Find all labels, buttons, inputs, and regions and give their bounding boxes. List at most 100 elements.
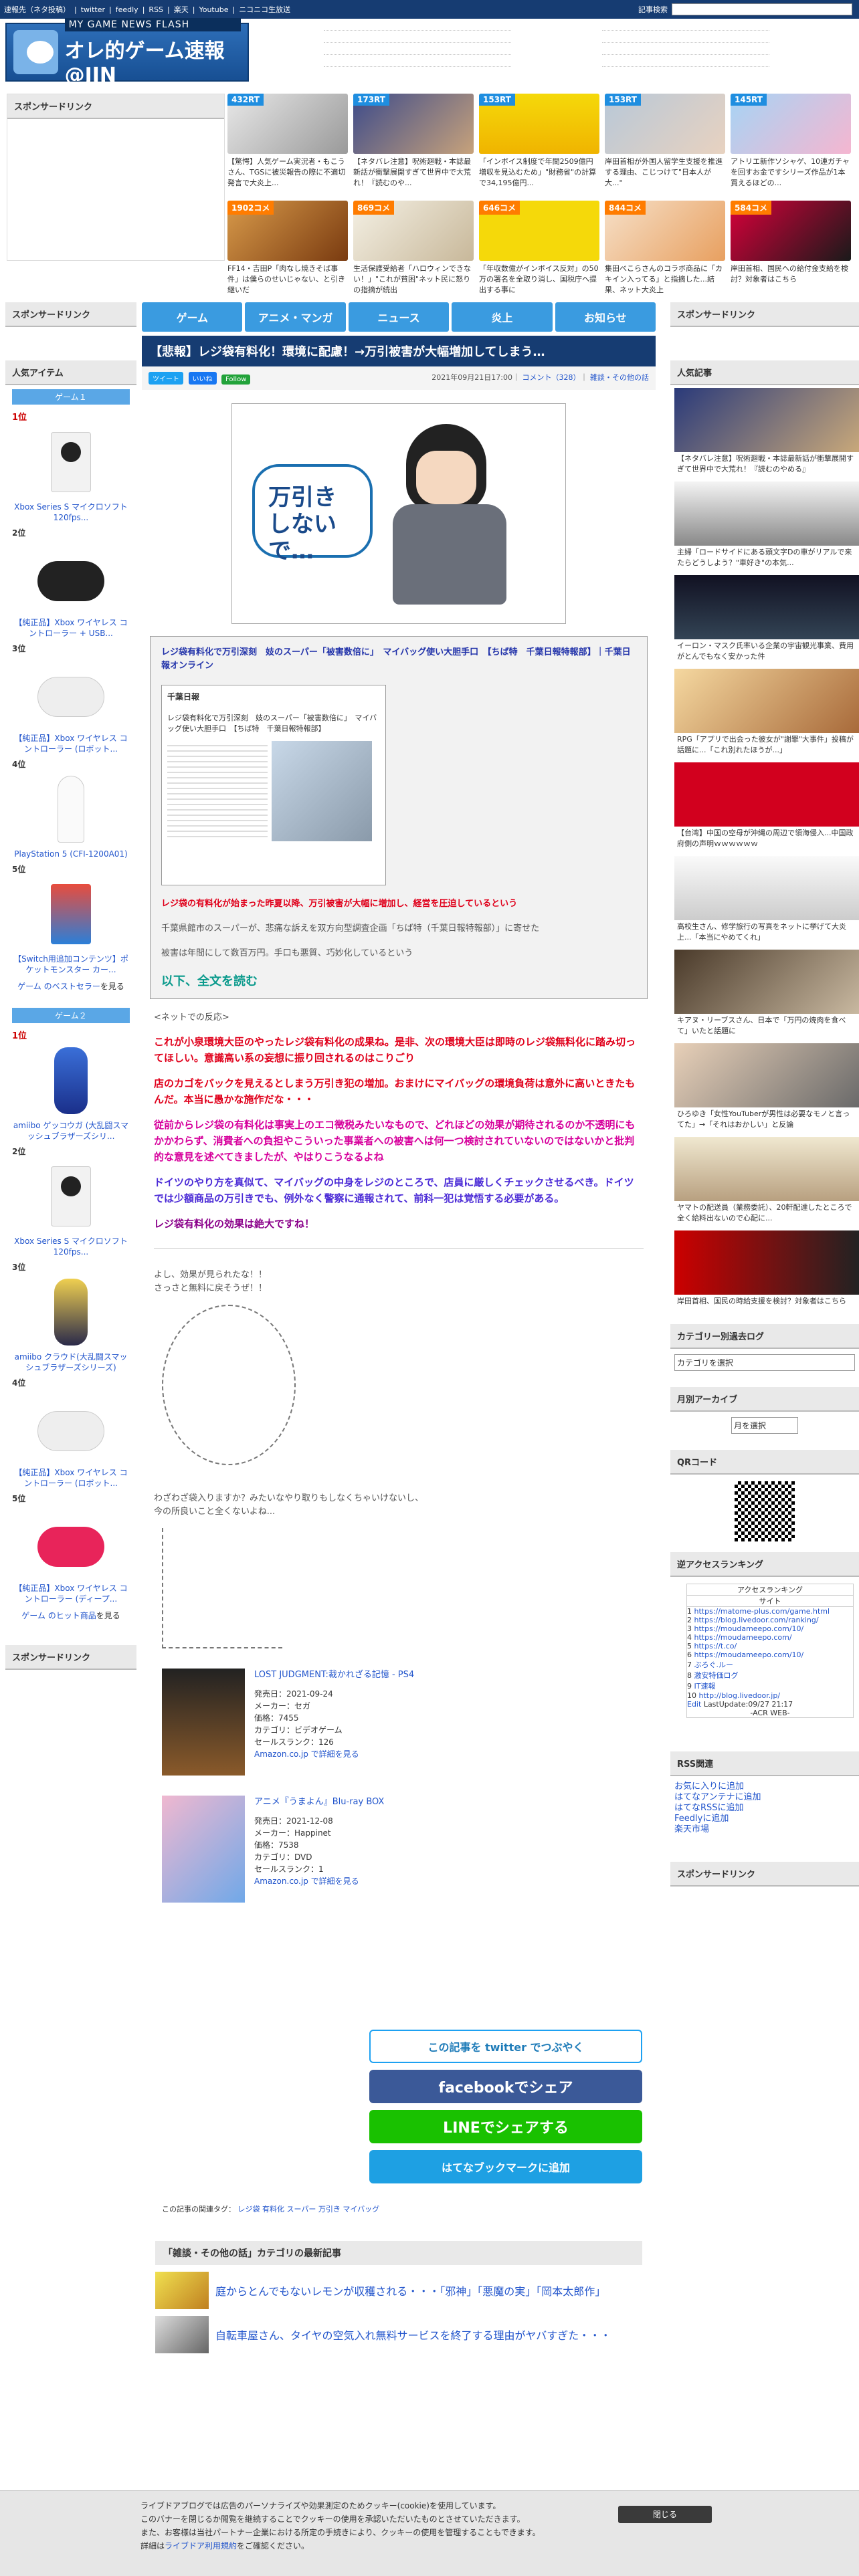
rank-edit-link[interactable]: Edit xyxy=(687,1700,701,1709)
popular-article[interactable]: 主婦「ロードサイドにある頭文字Dの車がリアルで来たらどうしよう？"車好き"の本気… xyxy=(674,481,859,575)
archive-select[interactable]: 月を選択 xyxy=(731,1417,798,1434)
amiibo-greninja-image[interactable] xyxy=(31,1044,111,1117)
product-link[interactable]: 【純正品】Xbox ワイヤレス コントローラー + USB... xyxy=(12,617,130,639)
share-facebook-button[interactable]: facebookでシェア xyxy=(369,2070,642,2103)
bestseller-link[interactable]: ゲーム のベストセラー xyxy=(17,982,100,991)
rss-link[interactable]: Feedlyに追加 xyxy=(674,1814,855,1824)
product-link[interactable]: amiibo クラウド(大乱闘スマッシュブラザーズシリーズ) xyxy=(12,1352,130,1373)
xbox-controller-black-image[interactable] xyxy=(31,541,111,615)
rss-link[interactable]: はてなRSSに追加 xyxy=(674,1803,855,1814)
popular-article[interactable]: ヤマトの配送員（業務委託）、20軒配達したところで全く給料出ないので心配に... xyxy=(674,1137,859,1230)
latest-title[interactable]: 庭からとんでもないレモンが収穫される・・・「邪神」「悪魔の実」「岡本太郎作」 xyxy=(215,2282,605,2298)
nav-game[interactable]: ゲーム xyxy=(142,302,243,332)
rank-link[interactable]: https://blog.livedoor.com/ranking/ xyxy=(694,1616,819,1624)
latest-title[interactable]: 自転車屋さん、タイヤの空気入れ無料サービスを終了する理由がヤバすぎた・・・ xyxy=(215,2327,611,2343)
comment-card[interactable]: 869コメ 生活保護受給者「ハロウィンできない！」"これが貧困"ネット民に怒りの… xyxy=(353,201,474,296)
product-title[interactable]: アニメ『うまよん』Blu-ray BOX xyxy=(254,1797,384,1807)
comment-card[interactable]: 584コメ 岸田首相、国民への給付金支給を検討？対象者はこちら xyxy=(731,201,851,296)
rank-link[interactable]: http://blog.livedoor.jp/ xyxy=(699,1691,781,1700)
product-title[interactable]: LOST JUDGMENT:裁かれざる記憶 - PS4 xyxy=(254,1670,414,1680)
topbar-link-rakuten[interactable]: 楽天 xyxy=(174,4,189,15)
quote-title[interactable]: レジ袋有料化で万引深刻 妓のスーパー「被害数倍に」 マイバッグ使い大胆手口 【ち… xyxy=(161,646,636,673)
follow-button[interactable]: Follow xyxy=(221,374,251,385)
tweet-button[interactable]: ツイート xyxy=(149,372,183,385)
xbox-series-s-image[interactable] xyxy=(31,425,111,499)
topbar-link-niconico[interactable]: ニコニコ生放送 xyxy=(239,4,290,15)
xbox-controller-white-image[interactable] xyxy=(31,657,111,730)
popular-article[interactable]: イーロン・マスク氏率いる企業の宇宙観光事業、費用がとんでもなく安かった件 xyxy=(674,575,859,669)
comment-card[interactable]: 1902コメ FF14・吉田P「肉なし焼きそば事件」は僕らのせいじゃない、と引き… xyxy=(227,201,348,296)
rt-card[interactable]: 153RT 岸田首相が外国人留学生支援を推進する理由、こじつけて"日本人が大..… xyxy=(605,94,725,189)
topbar-link-rss[interactable]: RSS xyxy=(149,5,163,14)
latest-item[interactable]: 庭からとんでもないレモンが収穫される・・・「邪神」「悪魔の実」「岡本太郎作」 xyxy=(155,2272,642,2309)
tag-link[interactable]: マイバッグ xyxy=(343,2205,379,2214)
rss-link[interactable]: お気に入りに追加 xyxy=(674,1782,855,1792)
product-link[interactable]: 【純正品】Xbox ワイヤレス コントローラー (ロボット... xyxy=(12,733,130,754)
tag-link[interactable]: スーパー xyxy=(287,2205,316,2214)
share-line-button[interactable]: LINEでシェアする xyxy=(369,2110,642,2143)
xbox-controller-pink-image[interactable] xyxy=(31,1507,111,1580)
product-link[interactable]: amiibo ゲッコウガ (大乱闘スマッシュブラザーズシリ... xyxy=(12,1120,130,1142)
tag-link[interactable]: レジ袋 xyxy=(238,2205,260,2214)
nav-news[interactable]: ニュース xyxy=(348,302,450,332)
like-button[interactable]: いいね xyxy=(188,372,217,385)
tag-link[interactable]: 万引き xyxy=(318,2205,341,2214)
topbar-link-youtube[interactable]: Youtube xyxy=(199,5,228,14)
amazon-link[interactable]: Amazon.co.jp で詳細を見る xyxy=(254,1876,359,1886)
amiibo-cloud-image[interactable] xyxy=(31,1275,111,1349)
popular-article[interactable]: ひろゆき「女性YouTuberが男性は必要なモノと言ってた」→「それはおかしい」… xyxy=(674,1043,859,1137)
popular-article[interactable]: RPG「アプリで出会った彼女が"謝罪"大事件」投稿が話題に...「これ別れたほう… xyxy=(674,669,859,762)
xbox-controller-white-image[interactable] xyxy=(31,1391,111,1465)
cookie-close-button[interactable]: 閉じる xyxy=(618,2506,712,2523)
article-category[interactable]: 雑談・その他の話 xyxy=(590,373,649,382)
ps5-image[interactable] xyxy=(31,772,111,846)
comment-card[interactable]: 646コメ 「年収数億がインボイス反対」の50万の署名を全取り消し、国税庁へ提出… xyxy=(479,201,599,296)
rank-link[interactable]: https://t.co/ xyxy=(694,1642,737,1650)
rt-card[interactable]: 173RT 【ネタバレ注意】呪術廻戦・本誌最新話が衝撃展開すぎて世界中で大荒れ！… xyxy=(353,94,474,189)
nav-info[interactable]: お知らせ xyxy=(555,302,656,332)
rt-card[interactable]: 145RT アトリエ新作ソシャゲ、10連ガチャを回すお金ですシリーズ作品が1本買… xyxy=(731,94,851,189)
latest-item[interactable]: 自転車屋さん、タイヤの空気入れ無料サービスを終了する理由がヤバすぎた・・・ xyxy=(155,2316,642,2353)
popular-article[interactable]: 【ネタバレ注意】呪術廻戦・本誌最新話が衝撃展開すぎて世界中で大荒れ！『読むのやめ… xyxy=(674,388,859,481)
comment-count[interactable]: コメント（328） xyxy=(522,373,581,382)
product-link[interactable]: 【純正品】Xbox ワイヤレス コントローラー (ディープ... xyxy=(12,1583,130,1604)
popular-article[interactable]: 高校生さん、修学旅行の写真をネットに挙げて大炎上...「本当にやめてくれ」 xyxy=(674,856,859,950)
nav-anime-manga[interactable]: アニメ・マンガ xyxy=(245,302,346,332)
category-select[interactable]: カテゴリを選択 xyxy=(674,1354,855,1371)
rank-link[interactable]: https://moudameepo.com/10/ xyxy=(694,1624,804,1633)
product-link[interactable]: Xbox Series S マイクロソフト 120fps... xyxy=(12,1236,130,1257)
terms-link[interactable]: ライブドア利用規約 xyxy=(165,2541,237,2551)
product-link[interactable]: PlayStation 5 (CFI-1200A01) xyxy=(12,849,130,859)
site-logo[interactable]: MY GAME NEWS FLASH オレ的ゲーム速報@JIN xyxy=(5,17,249,87)
rank-link[interactable]: IT速報 xyxy=(694,1682,716,1691)
hit-link[interactable]: ゲーム のヒット商品 xyxy=(21,1611,96,1620)
pokemon-card-image[interactable] xyxy=(31,877,111,951)
product-cover[interactable] xyxy=(162,1796,245,1903)
xbox-series-s-image[interactable] xyxy=(31,1160,111,1233)
topbar-link-submit[interactable]: 速報先（ネタ投稿） xyxy=(4,4,70,15)
topbar-link-feedly[interactable]: feedly xyxy=(116,5,138,14)
share-twitter-button[interactable]: この記事を twitter でつぶやく xyxy=(369,2030,642,2063)
rss-link[interactable]: 楽天市場 xyxy=(674,1824,855,1835)
product-cover[interactable] xyxy=(162,1669,245,1776)
comment-card[interactable]: 844コメ 集田べこらさんのコラボ商品に「カキイン入ってる」と指摘した...結果… xyxy=(605,201,725,296)
search-input[interactable] xyxy=(672,3,852,15)
product-link[interactable]: 【Switch用追加コンテンツ】ポケットモンスター カー... xyxy=(12,954,130,975)
newspaper-screenshot[interactable]: 千葉日報 レジ袋有料化で万引深刻 妓のスーパー「被害数倍に」 マイバッグ使い大胆… xyxy=(161,685,386,885)
amazon-link[interactable]: Amazon.co.jp で詳細を見る xyxy=(254,1749,359,1759)
share-hatena-button[interactable]: はてなブックマークに追加 xyxy=(369,2150,642,2183)
product-link[interactable]: 【純正品】Xbox ワイヤレス コントローラー (ロボット... xyxy=(12,1467,130,1489)
product-link[interactable]: Xbox Series S マイクロソフト 120fps... xyxy=(12,502,130,523)
topbar-link-twitter[interactable]: twitter xyxy=(81,5,105,14)
rt-card[interactable]: 432RT 【驚愕】人気ゲーム実況者・もこうさん、TGSに被災報告の際に不適切発… xyxy=(227,94,348,189)
rank-link[interactable]: ぶろぐ.ルー xyxy=(694,1660,734,1669)
tag-link[interactable]: 有料化 xyxy=(262,2205,284,2214)
rank-link[interactable]: https://moudameepo.com/10/ xyxy=(694,1650,804,1659)
rt-card[interactable]: 153RT 「インボイス制度で年間2509億円増収を見込むため」"財務省"の計算… xyxy=(479,94,599,189)
rank-link[interactable]: https://moudameepo.com/ xyxy=(694,1633,792,1642)
nav-enjou[interactable]: 炎上 xyxy=(452,302,553,332)
read-more-link[interactable]: 以下、全文を読む xyxy=(161,972,636,989)
rss-link[interactable]: はてなアンテナに追加 xyxy=(674,1792,855,1803)
rank-link[interactable]: 激安特価ログ xyxy=(694,1671,739,1680)
popular-article[interactable]: 【台湾】中国の空母が沖縄の周辺で領海侵入...中国政府側の声明ｗｗｗｗｗｗ xyxy=(674,762,859,856)
